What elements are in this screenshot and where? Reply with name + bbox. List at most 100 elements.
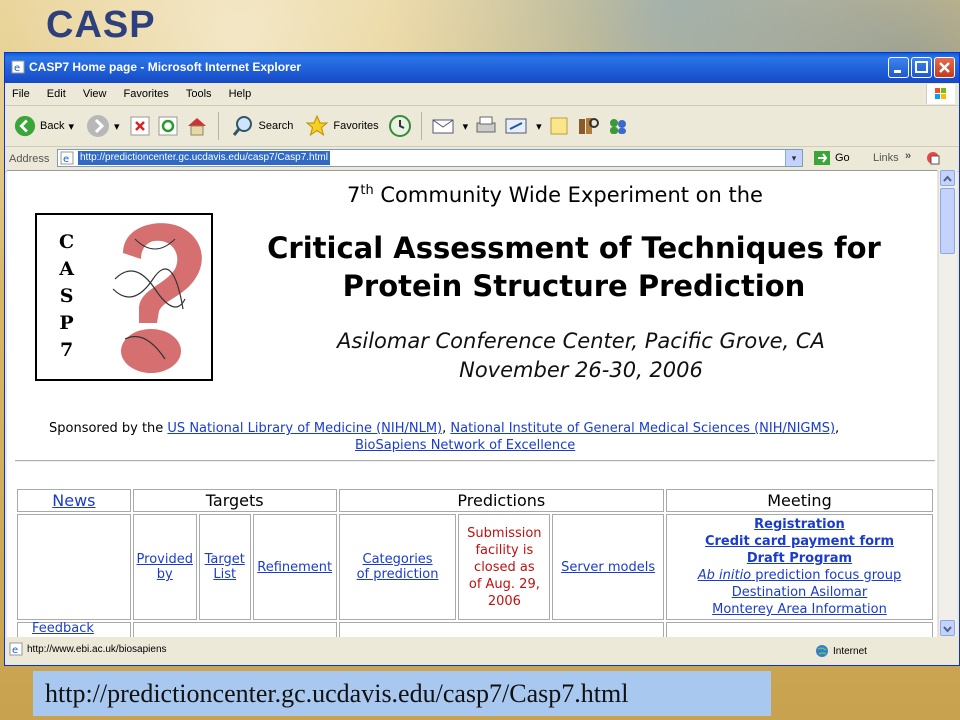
go-button[interactable]: Go: [813, 150, 850, 166]
provided-by-link[interactable]: Provided by: [137, 552, 193, 582]
draft-program-link[interactable]: Draft Program: [747, 551, 852, 566]
news-link[interactable]: News: [52, 491, 95, 510]
discuss-icon[interactable]: [548, 115, 570, 137]
scroll-up-icon[interactable]: [940, 170, 955, 186]
close-button[interactable]: [934, 57, 955, 78]
monterey-link[interactable]: Monterey Area Information: [712, 602, 887, 617]
toolbar-separator: [420, 112, 422, 140]
status-url: http://www.ebi.ac.uk/biosapiens: [27, 644, 167, 655]
toolbar-extra-icon[interactable]: [925, 150, 943, 166]
logo-letter: S: [59, 285, 74, 307]
venue-info: Asilomar Conference Center, Pacific Grov…: [221, 327, 937, 385]
menu-view[interactable]: View: [76, 83, 114, 100]
address-label: Address: [9, 153, 50, 165]
favorites-button[interactable]: Favorites: [302, 111, 381, 141]
stop-icon[interactable]: [129, 115, 151, 137]
sponsor-link-biosapiens[interactable]: BioSapiens Network of Excellence: [355, 438, 575, 453]
chevron-right-icon[interactable]: »: [905, 150, 911, 162]
svg-text:e: e: [63, 154, 69, 165]
security-zone: Internet: [815, 644, 867, 658]
address-value: http://predictioncenter.gc.ucdavis.edu/c…: [78, 151, 330, 165]
refinement-link[interactable]: Refinement: [257, 560, 332, 575]
links-label[interactable]: Links: [873, 152, 899, 164]
sponsor-line: Sponsored by the US National Library of …: [49, 420, 929, 454]
credit-card-link[interactable]: Credit card payment form: [705, 534, 894, 549]
logo-letter: 7: [59, 339, 74, 361]
sponsor-end: ,: [835, 421, 840, 436]
targets-header: Targets: [132, 489, 337, 512]
zone-label: Internet: [833, 645, 867, 657]
categories-link[interactable]: Categories of prediction: [357, 552, 439, 582]
target-list-link[interactable]: Target List: [205, 552, 245, 582]
protein-question-mark-graphic: [112, 223, 202, 373]
print-icon[interactable]: [474, 115, 498, 137]
refresh-icon[interactable]: [157, 115, 179, 137]
chevron-down-icon[interactable]: ▾: [114, 120, 120, 133]
menu-tools[interactable]: Tools: [179, 83, 219, 100]
search-button[interactable]: Search: [228, 111, 297, 141]
menu-edit[interactable]: Edit: [40, 83, 73, 100]
chevron-down-icon[interactable]: ▾: [785, 150, 802, 166]
ie-page-icon: e: [9, 642, 23, 656]
server-models-cell: Server models: [552, 514, 664, 620]
forward-arrow-icon: [87, 115, 109, 137]
venue-dates: November 26-30, 2006: [459, 358, 703, 382]
edit-icon[interactable]: [504, 115, 530, 137]
chevron-down-icon[interactable]: ▾: [536, 120, 542, 133]
predictions-header: Predictions: [338, 489, 664, 512]
destination-link[interactable]: Destination Asilomar: [732, 585, 868, 600]
back-button[interactable]: Back ▾: [11, 111, 77, 141]
vertical-scrollbar[interactable]: [938, 170, 957, 636]
scroll-down-icon[interactable]: [940, 620, 955, 636]
window-title: CASP7 Home page - Microsoft Internet Exp…: [29, 60, 302, 74]
logo-letter: P: [59, 312, 74, 334]
globe-icon: [816, 645, 828, 657]
news-body: [17, 514, 131, 620]
address-input[interactable]: e http://predictioncenter.gc.ucdavis.edu…: [57, 149, 803, 167]
target-list-cell: Target List: [198, 514, 251, 620]
address-bar: Address e http://predictioncenter.gc.ucd…: [5, 147, 959, 172]
provided-by-cell: Provided by: [132, 514, 197, 620]
news-cell: News: [17, 489, 131, 512]
search-icon: [232, 116, 252, 136]
sponsor-link-nigms[interactable]: National Institute of General Medical Sc…: [450, 421, 835, 436]
forward-button[interactable]: ▾: [83, 111, 123, 141]
back-arrow-icon: [14, 115, 36, 137]
research-icon[interactable]: [576, 115, 600, 137]
server-models-link[interactable]: Server models: [561, 560, 655, 575]
browser-window: e CASP7 Home page - Microsoft Internet E…: [4, 52, 960, 666]
registration-link[interactable]: Registration: [754, 517, 845, 532]
maximize-button[interactable]: [911, 57, 932, 78]
menu-help[interactable]: Help: [222, 83, 259, 100]
messenger-icon[interactable]: [606, 115, 630, 137]
edition-heading: 7th Community Wide Experiment on the: [347, 183, 763, 207]
edition-suffix: th: [360, 183, 374, 198]
edition-number: 7: [347, 183, 361, 207]
sponsor-link-nlm[interactable]: US National Library of Medicine (NIH/NLM…: [167, 421, 442, 436]
scroll-thumb[interactable]: [940, 188, 955, 254]
menu-bar: File Edit View Favorites Tools Help: [5, 83, 959, 106]
ab-initio-link[interactable]: Ab initio prediction focus group: [698, 568, 901, 583]
logo-letter: A: [59, 258, 74, 280]
windows-flag-icon: [926, 84, 955, 104]
chevron-down-icon[interactable]: ▾: [68, 120, 74, 133]
chevron-down-icon[interactable]: ▾: [463, 120, 469, 133]
menu-file[interactable]: File: [5, 83, 37, 100]
history-icon[interactable]: [388, 114, 412, 138]
mail-icon[interactable]: [431, 115, 457, 137]
sponsor-prefix: Sponsored by the: [49, 421, 168, 436]
meeting-header: Meeting: [665, 489, 933, 512]
menu-favorites[interactable]: Favorites: [117, 83, 176, 100]
venue-location: Asilomar Conference Center, Pacific Grov…: [337, 329, 825, 353]
home-icon[interactable]: [185, 115, 209, 137]
feedback-link[interactable]: Feedback: [32, 621, 94, 636]
title-bar[interactable]: e CASP7 Home page - Microsoft Internet E…: [5, 53, 959, 83]
svg-text:e: e: [14, 63, 20, 74]
logo-letter: C: [59, 231, 75, 253]
caption-url: http://predictioncenter.gc.ucdavis.edu/c…: [33, 671, 771, 716]
svg-text:e: e: [12, 645, 18, 656]
minimize-button[interactable]: [888, 57, 909, 78]
navigation-table: News Targets Predictions Meeting Provide…: [15, 487, 935, 637]
casp7-logo: C A S P 7: [35, 213, 213, 381]
ie-page-icon: e: [60, 151, 74, 165]
